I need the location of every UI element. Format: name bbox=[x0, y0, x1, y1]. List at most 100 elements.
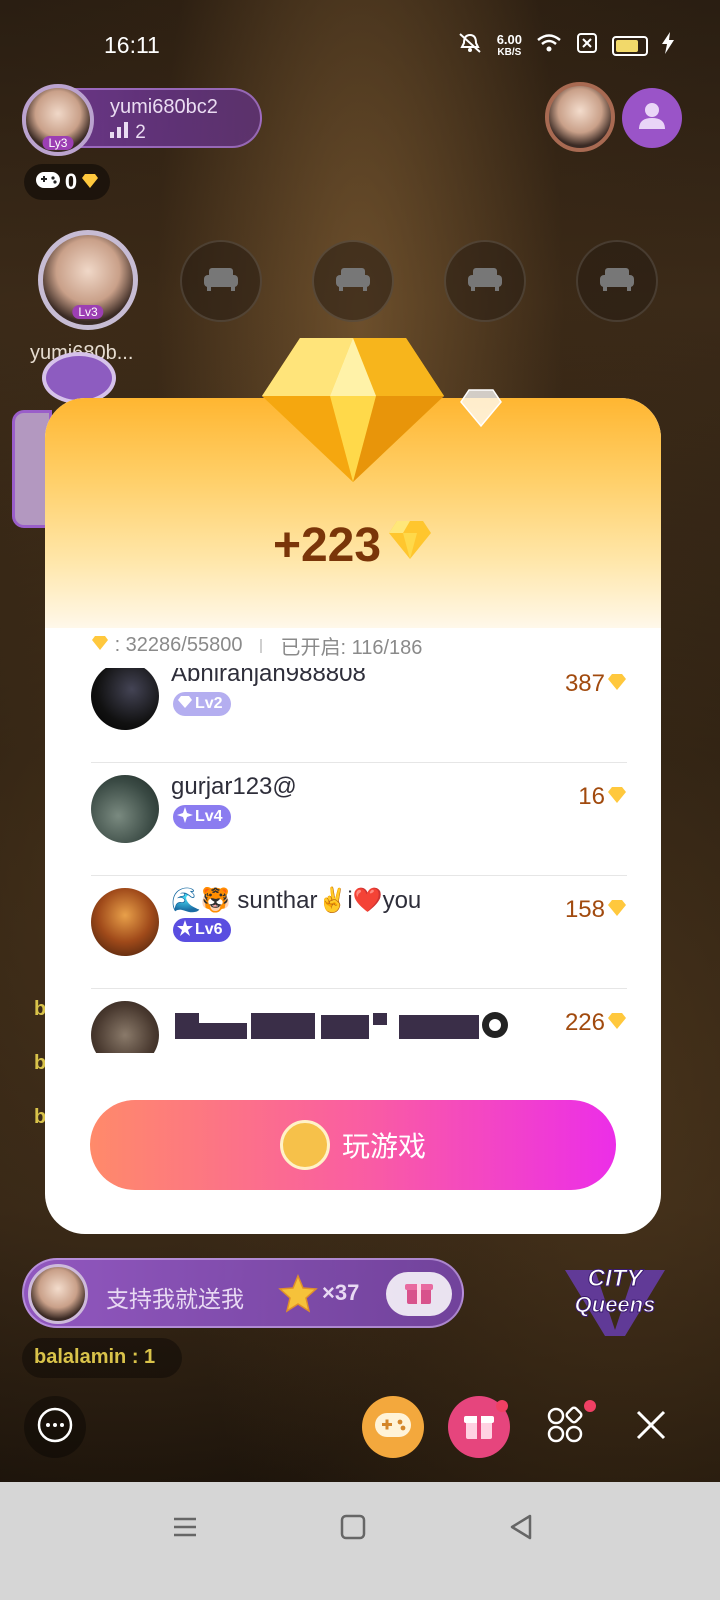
contribution-amount: 226 bbox=[565, 1009, 627, 1037]
seat-level-badge: Lv3 bbox=[72, 305, 104, 319]
play-game-label: 玩游戏 bbox=[341, 1131, 426, 1162]
gamepad-icon bbox=[35, 169, 61, 195]
battery-icon bbox=[612, 35, 648, 56]
list-item[interactable]: Abhiranjan988808 Lv2 387 bbox=[91, 668, 627, 763]
race-car-icon bbox=[279, 1120, 330, 1170]
city-queens-logo[interactable]: CITY Queens bbox=[555, 1240, 675, 1340]
menu-notification-dot bbox=[584, 1400, 596, 1412]
big-gem-icon bbox=[260, 318, 446, 489]
progress-opened-text: 已开启: 116/186 bbox=[280, 637, 423, 659]
game-diamond-chip[interactable]: 0 bbox=[24, 164, 110, 200]
contribution-amount: 16 bbox=[578, 783, 627, 811]
chat-button[interactable] bbox=[24, 1396, 86, 1458]
gift-notification-dot bbox=[496, 1400, 508, 1412]
close-icon bbox=[634, 1408, 668, 1447]
diamond-icon bbox=[607, 783, 627, 811]
contributor-avatar bbox=[91, 1001, 159, 1053]
contributor-avatar bbox=[91, 888, 159, 956]
star-level-icon bbox=[177, 919, 193, 941]
contributor-avatar bbox=[91, 668, 159, 730]
empty-seat-1[interactable] bbox=[180, 240, 262, 322]
top-viewer-avatar[interactable] bbox=[545, 82, 615, 152]
status-time: 16:11 bbox=[104, 32, 160, 58]
support-text: 支持我就送我 bbox=[106, 1286, 244, 1312]
diamond-icon bbox=[607, 670, 627, 698]
progress-diamonds: : 32286/55800 bbox=[91, 634, 242, 657]
level-text: Lv2 bbox=[195, 695, 223, 712]
sofa-icon bbox=[467, 266, 503, 297]
support-gift-banner[interactable]: 支持我就送我 ×37 bbox=[22, 1258, 464, 1328]
sofa-icon bbox=[335, 266, 371, 297]
list-item[interactable]: 🌊🐯 sunthar✌️i❤️you Lv6 158 bbox=[91, 876, 627, 989]
empty-seat-3[interactable] bbox=[444, 240, 526, 322]
status-icons: 6.00 KB/S bbox=[457, 32, 674, 59]
balalamin-chat-chip: balalamin : 1 bbox=[22, 1338, 182, 1378]
support-count: ×37 bbox=[322, 1280, 360, 1305]
grid-menu-icon bbox=[546, 1406, 584, 1449]
sofa-icon bbox=[599, 266, 635, 297]
net-speed: 6.00 KB/S bbox=[497, 33, 522, 59]
host-avatar[interactable]: Ly3 bbox=[22, 84, 94, 156]
send-gift-button[interactable] bbox=[386, 1272, 452, 1316]
contributor-name: Abhiranjan988808 bbox=[171, 668, 366, 687]
listener-count-value: 2 bbox=[135, 122, 146, 143]
contributor-name: gurjar123@ bbox=[171, 773, 297, 800]
treasure-reward-dialog: +223 : 32286/55800 已开启: 116/186 Abhiranj… bbox=[45, 338, 661, 1234]
diamond-icon bbox=[91, 634, 109, 656]
level-text: Lv4 bbox=[195, 808, 223, 825]
host-listener-count: 2 bbox=[110, 122, 146, 144]
net-speed-value: 6.00 bbox=[496, 31, 522, 47]
host-info-pill[interactable]: Ly3 yumi680bc2 2 bbox=[22, 84, 262, 156]
small-gem-icon bbox=[459, 388, 503, 433]
level-badge: Lv4 bbox=[173, 805, 231, 829]
diamond-icon bbox=[81, 169, 99, 195]
contributor-list[interactable]: Abhiranjan988808 Lv2 387 gurjar123@ Lv4 … bbox=[91, 668, 627, 1053]
gift-box-icon bbox=[404, 1278, 434, 1311]
online-users-button[interactable] bbox=[622, 88, 682, 148]
charging-icon bbox=[662, 32, 674, 59]
host-name: yumi680bc2 bbox=[110, 96, 218, 118]
no-sim-icon bbox=[576, 32, 598, 59]
sofa-icon bbox=[203, 266, 239, 297]
wifi-icon bbox=[536, 33, 562, 58]
main-seat-avatar[interactable]: Lv3 bbox=[38, 230, 138, 330]
reward-amount-value: +223 bbox=[272, 519, 382, 572]
back-icon[interactable] bbox=[506, 1512, 536, 1547]
net-speed-unit: KB/S bbox=[497, 46, 522, 58]
host-level-badge: Ly3 bbox=[42, 136, 74, 150]
mute-bell-icon bbox=[457, 32, 483, 59]
menu-icon[interactable] bbox=[170, 1512, 200, 1547]
sparkle-level-icon bbox=[177, 806, 193, 828]
progress-divider bbox=[260, 638, 263, 653]
angel-badge-icon bbox=[42, 352, 116, 404]
play-game-button[interactable]: 玩游戏 bbox=[90, 1100, 616, 1190]
amount-value: 158 bbox=[564, 896, 605, 923]
empty-seat-4[interactable] bbox=[576, 240, 658, 322]
diamond-icon bbox=[607, 896, 627, 924]
svg-text:CITY: CITY bbox=[588, 1265, 645, 1292]
progress-diamond-text: : 32286/55800 bbox=[114, 634, 243, 656]
gamepad-icon bbox=[374, 1412, 412, 1443]
gift-box-icon bbox=[462, 1409, 496, 1446]
list-item[interactable]: 226 bbox=[91, 989, 627, 1053]
amount-value: 387 bbox=[564, 670, 605, 697]
list-item[interactable]: gurjar123@ Lv4 16 bbox=[91, 763, 627, 876]
empty-seat-2[interactable] bbox=[312, 240, 394, 322]
progress-row: : 32286/55800 已开启: 116/186 bbox=[91, 631, 422, 660]
game-button[interactable] bbox=[362, 1396, 424, 1458]
close-room-button[interactable] bbox=[620, 1396, 682, 1458]
users-icon bbox=[635, 101, 669, 136]
signal-bars-icon bbox=[110, 122, 135, 143]
status-bar: 16:11 6.00 KB/S bbox=[0, 22, 720, 66]
contributor-name-redacted bbox=[171, 1009, 511, 1050]
support-avatar bbox=[28, 1264, 88, 1324]
level-text: Lv6 bbox=[195, 921, 223, 938]
home-icon[interactable] bbox=[338, 1512, 368, 1547]
star-gift-icon bbox=[278, 1274, 318, 1319]
contributor-name: 🌊🐯 sunthar✌️i❤️you bbox=[171, 887, 422, 914]
contributor-avatar bbox=[91, 775, 159, 843]
level-badge: Lv2 bbox=[173, 692, 231, 716]
contribution-amount: 158 bbox=[565, 896, 627, 924]
svg-text:Queens: Queens bbox=[575, 1292, 656, 1317]
game-chip-count: 0 bbox=[64, 169, 78, 194]
